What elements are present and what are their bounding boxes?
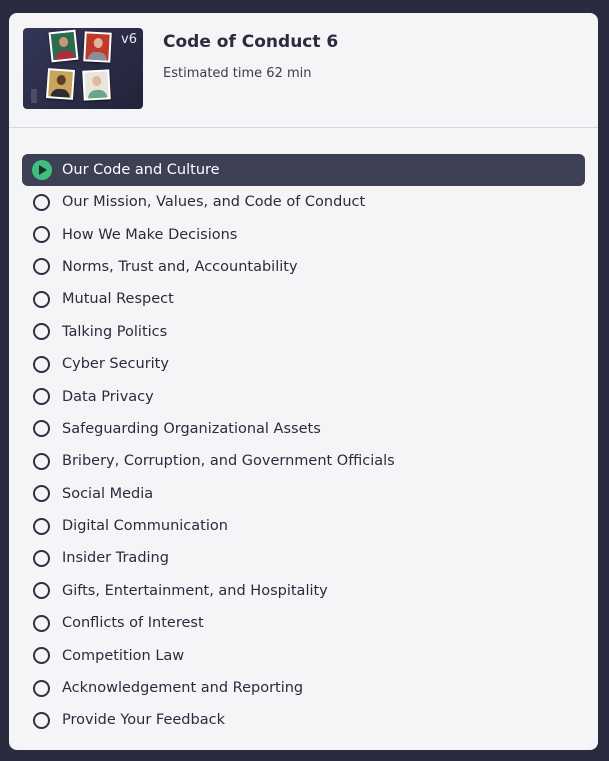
course-header: v6 Code of Conduct 6 Estimated time 62 m… [9, 13, 598, 128]
lesson-item[interactable]: Digital Communication [22, 510, 585, 542]
lesson-label: Talking Politics [62, 323, 168, 340]
lesson-item[interactable]: Mutual Respect [22, 283, 585, 315]
portrait-photo [45, 68, 76, 100]
course-outline-panel: v6 Code of Conduct 6 Estimated time 62 m… [9, 13, 598, 750]
lesson-label: Norms, Trust and, Accountability [62, 258, 298, 275]
lesson-label: Safeguarding Organizational Assets [62, 420, 321, 437]
lesson-item[interactable]: Cyber Security [22, 348, 585, 380]
empty-circle-icon [33, 517, 50, 535]
lesson-item[interactable]: Norms, Trust and, Accountability [22, 251, 585, 283]
lesson-label: Bribery, Corruption, and Government Offi… [62, 453, 395, 470]
empty-circle-icon [33, 452, 50, 470]
empty-circle-icon [33, 582, 50, 600]
lesson-label: Conflicts of Interest [62, 615, 204, 632]
lesson-label: Gifts, Entertainment, and Hospitality [62, 582, 328, 599]
lesson-item[interactable]: Data Privacy [22, 380, 585, 412]
lesson-item[interactable]: Bribery, Corruption, and Government Offi… [22, 445, 585, 477]
portrait-photo [83, 31, 112, 63]
empty-circle-icon [33, 323, 50, 341]
lesson-label: Acknowledgement and Reporting [62, 680, 304, 697]
lesson-label: Social Media [62, 485, 154, 502]
lesson-label: Cyber Security [62, 356, 169, 373]
lesson-list: Our Code and Culture Our Mission, Values,… [22, 154, 585, 737]
lesson-label: Competition Law [62, 647, 185, 664]
empty-circle-icon [33, 258, 50, 276]
lesson-item[interactable]: How We Make Decisions [22, 218, 585, 250]
lesson-item[interactable]: Acknowledgement and Reporting [22, 672, 585, 704]
lesson-label: Data Privacy [62, 388, 154, 405]
course-title: Code of Conduct 6 [163, 32, 339, 52]
empty-circle-icon [33, 614, 50, 632]
lesson-item[interactable]: Gifts, Entertainment, and Hospitality [22, 575, 585, 607]
course-thumbnail: v6 [23, 28, 143, 109]
empty-circle-icon [33, 290, 50, 308]
empty-circle-icon [33, 420, 50, 438]
thumbnail-decoration [31, 89, 37, 103]
lesson-label: Our Mission, Values, and Code of Conduct [62, 194, 366, 211]
estimated-time: Estimated time 62 min [163, 66, 312, 81]
lesson-item[interactable]: Our Code and Culture [22, 154, 585, 186]
lesson-label: Digital Communication [62, 518, 228, 535]
empty-circle-icon [33, 485, 50, 503]
lesson-item[interactable]: Insider Trading [22, 542, 585, 574]
lesson-item[interactable]: Safeguarding Organizational Assets [22, 413, 585, 445]
portrait-photo [82, 69, 111, 101]
lesson-item[interactable]: Social Media [22, 478, 585, 510]
empty-circle-icon [33, 679, 50, 697]
lesson-item[interactable]: Conflicts of Interest [22, 607, 585, 639]
empty-circle-icon [33, 647, 50, 665]
empty-circle-icon [33, 549, 50, 567]
play-icon [32, 160, 52, 180]
empty-circle-icon [33, 355, 50, 373]
lesson-label: How We Make Decisions [62, 226, 238, 243]
lesson-label: Mutual Respect [62, 291, 174, 308]
lesson-label: Insider Trading [62, 550, 169, 567]
lesson-item[interactable]: Our Mission, Values, and Code of Conduct [22, 186, 585, 218]
lesson-item[interactable]: Talking Politics [22, 316, 585, 348]
empty-circle-icon [33, 711, 50, 729]
portrait-photo [48, 29, 79, 63]
version-badge: v6 [121, 32, 137, 47]
lesson-label: Our Code and Culture [62, 162, 220, 178]
empty-circle-icon [33, 226, 50, 244]
lesson-label: Provide Your Feedback [62, 712, 225, 729]
lesson-item[interactable]: Competition Law [22, 639, 585, 671]
empty-circle-icon [33, 388, 50, 406]
empty-circle-icon [33, 193, 50, 211]
lesson-item[interactable]: Provide Your Feedback [22, 704, 585, 736]
